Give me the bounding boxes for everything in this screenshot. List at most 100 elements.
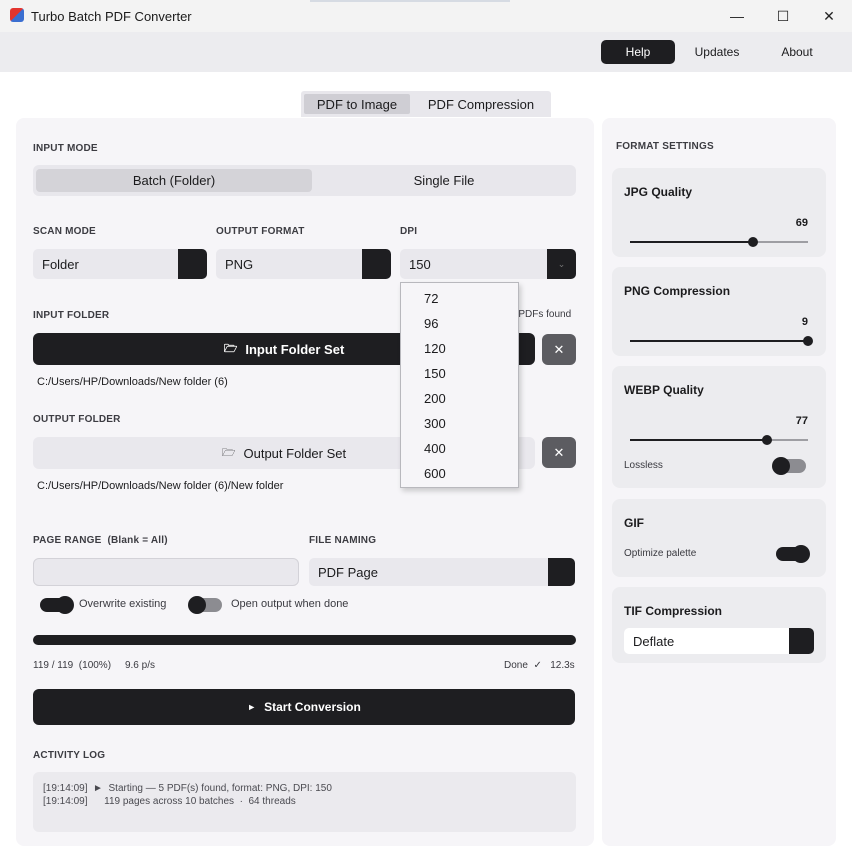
progress-status: Done ✓ 12.3s [504, 660, 575, 671]
gif-title: GIF [624, 516, 644, 530]
webp-quality-card: WEBP Quality 77 Lossless [612, 366, 826, 488]
progress-rate: 9.6 p/s [124, 660, 155, 671]
dpi-label: DPI [400, 226, 418, 237]
input-folder-label: INPUT FOLDER [33, 310, 110, 321]
gif-card: GIF Optimize palette [612, 499, 826, 577]
open-output-label: Open output when done [231, 598, 349, 610]
minimize-button[interactable]: — [714, 0, 760, 32]
overwrite-toggle[interactable] [40, 596, 74, 614]
input-mode-batch[interactable]: Batch (Folder) [36, 169, 312, 192]
dpi-option-400[interactable]: 400 [424, 441, 446, 456]
webp-quality-slider[interactable] [630, 439, 808, 441]
overwrite-label: Overwrite existing [79, 598, 167, 610]
tif-compression-card: TIF Compression Deflate [612, 587, 826, 663]
close-button[interactable]: ✕ [806, 0, 852, 32]
output-folder-button-label: Output Folder Set [243, 445, 347, 461]
chevron-down-icon [789, 628, 814, 654]
webp-quality-value: 77 [795, 415, 808, 427]
chevron-down-icon: ⌄ [547, 249, 576, 279]
output-folder-label: OUTPUT FOLDER [33, 414, 121, 425]
scan-mode-value: Folder [42, 257, 79, 272]
help-button[interactable]: Help [601, 40, 675, 64]
jpg-quality-card: JPG Quality 69 [612, 168, 826, 257]
progress-stats: 119 / 119 (100%) 9.6 p/s [33, 660, 155, 671]
output-folder-path: C:/Users/HP/Downloads/New folder (6)/New… [37, 480, 284, 492]
log-line: [19:14:09] ► Starting — 5 PDF(s) found, … [43, 783, 332, 794]
lossless-label: Lossless [624, 460, 663, 471]
dpi-select[interactable]: 150 ⌄ [400, 249, 576, 279]
page-range-hint: (Blank = All) [107, 535, 168, 546]
dpi-option-300[interactable]: 300 [424, 416, 446, 431]
main-tabs: PDF to Image PDF Compression [301, 91, 551, 117]
file-naming-label: FILE NAMING [309, 535, 377, 546]
file-naming-select[interactable]: PDF Page [309, 558, 575, 586]
lossless-toggle[interactable] [772, 457, 806, 475]
status-text: Done [504, 660, 528, 671]
elapsed-time: 12.3s [550, 660, 575, 671]
dpi-option-96[interactable]: 96 [424, 316, 438, 331]
chevron-down-icon [362, 249, 391, 279]
png-compression-value: 9 [801, 316, 808, 328]
tif-compression-value: Deflate [633, 634, 675, 649]
dpi-option-600[interactable]: 600 [424, 466, 446, 481]
chevron-down-icon [548, 558, 575, 586]
webp-quality-title: WEBP Quality [624, 383, 704, 397]
title-bar-accent-line [310, 0, 510, 2]
optimize-palette-label: Optimize palette [624, 548, 697, 559]
page-range-label: PAGE RANGE (Blank = All) [33, 535, 168, 546]
updates-button[interactable]: Updates [680, 40, 754, 64]
tab-pdf-to-image[interactable]: PDF to Image [304, 94, 410, 114]
png-compression-title: PNG Compression [624, 284, 731, 298]
jpg-quality-slider[interactable] [630, 241, 808, 243]
png-compression-slider[interactable] [630, 340, 808, 342]
about-button[interactable]: About [760, 40, 834, 64]
dpi-option-72[interactable]: 72 [424, 291, 438, 306]
start-conversion-label: Start Conversion [264, 700, 361, 714]
tab-pdf-compression[interactable]: PDF Compression [413, 94, 549, 114]
open-output-toggle[interactable] [188, 596, 222, 614]
scan-mode-select[interactable]: Folder [33, 249, 207, 279]
title-bar: Turbo Batch PDF Converter — ☐ ✕ [0, 0, 852, 32]
dpi-option-150[interactable]: 150 [424, 366, 446, 381]
optimize-palette-toggle[interactable] [776, 545, 810, 563]
tif-compression-title: TIF Compression [624, 604, 723, 618]
input-folder-path: C:/Users/HP/Downloads/New folder (6) [37, 376, 228, 388]
dpi-option-120[interactable]: 120 [424, 341, 446, 356]
progress-bar [33, 635, 576, 645]
output-format-label: OUTPUT FORMAT [216, 226, 305, 237]
page-range-title: PAGE RANGE [33, 535, 102, 546]
pdfs-found-count: 5 PDFs found [510, 309, 572, 320]
chevron-down-icon [178, 249, 207, 279]
activity-log-label: ACTIVITY LOG [33, 750, 106, 761]
jpg-quality-title: JPG Quality [624, 185, 693, 199]
progress-count: 119 / 119 [33, 660, 74, 671]
play-icon: ► [247, 702, 257, 712]
folder-icon: 🗁 [223, 342, 238, 355]
activity-log: [19:14:09] ► Starting — 5 PDF(s) found, … [33, 772, 576, 832]
jpg-quality-value: 69 [795, 217, 808, 229]
maximize-button[interactable]: ☐ [760, 0, 806, 32]
png-compression-slider-handle[interactable] [803, 336, 813, 346]
progress-percent: (100%) [78, 660, 112, 671]
input-mode-label: INPUT MODE [33, 143, 98, 154]
webp-quality-slider-handle[interactable] [762, 435, 773, 445]
log-line: [19:14:09] 119 pages across 10 batches ·… [43, 796, 296, 807]
start-conversion-button[interactable]: ► Start Conversion [33, 689, 575, 725]
png-compression-card: PNG Compression 9 [612, 267, 826, 356]
output-format-select[interactable]: PNG [216, 249, 391, 279]
folder-icon: 🗁 [221, 446, 236, 459]
menu-bar: Help Updates About [0, 32, 852, 72]
scan-mode-label: SCAN MODE [33, 226, 96, 237]
clear-input-folder-button[interactable]: ✕ [542, 334, 576, 365]
dpi-option-200[interactable]: 200 [424, 391, 446, 406]
tif-compression-select[interactable]: Deflate [624, 628, 814, 654]
input-mode-single[interactable]: Single File [315, 169, 573, 192]
window-title: Turbo Batch PDF Converter [31, 9, 192, 24]
check-icon: ✓ [533, 660, 542, 671]
dpi-value: 150 [409, 257, 431, 272]
clear-output-folder-button[interactable]: ✕ [542, 437, 576, 468]
page-range-input[interactable] [33, 558, 299, 586]
input-mode-selector: Batch (Folder) Single File [33, 165, 576, 196]
jpg-quality-slider-handle[interactable] [747, 237, 758, 247]
input-folder-button-label: Input Folder Set [245, 341, 345, 357]
